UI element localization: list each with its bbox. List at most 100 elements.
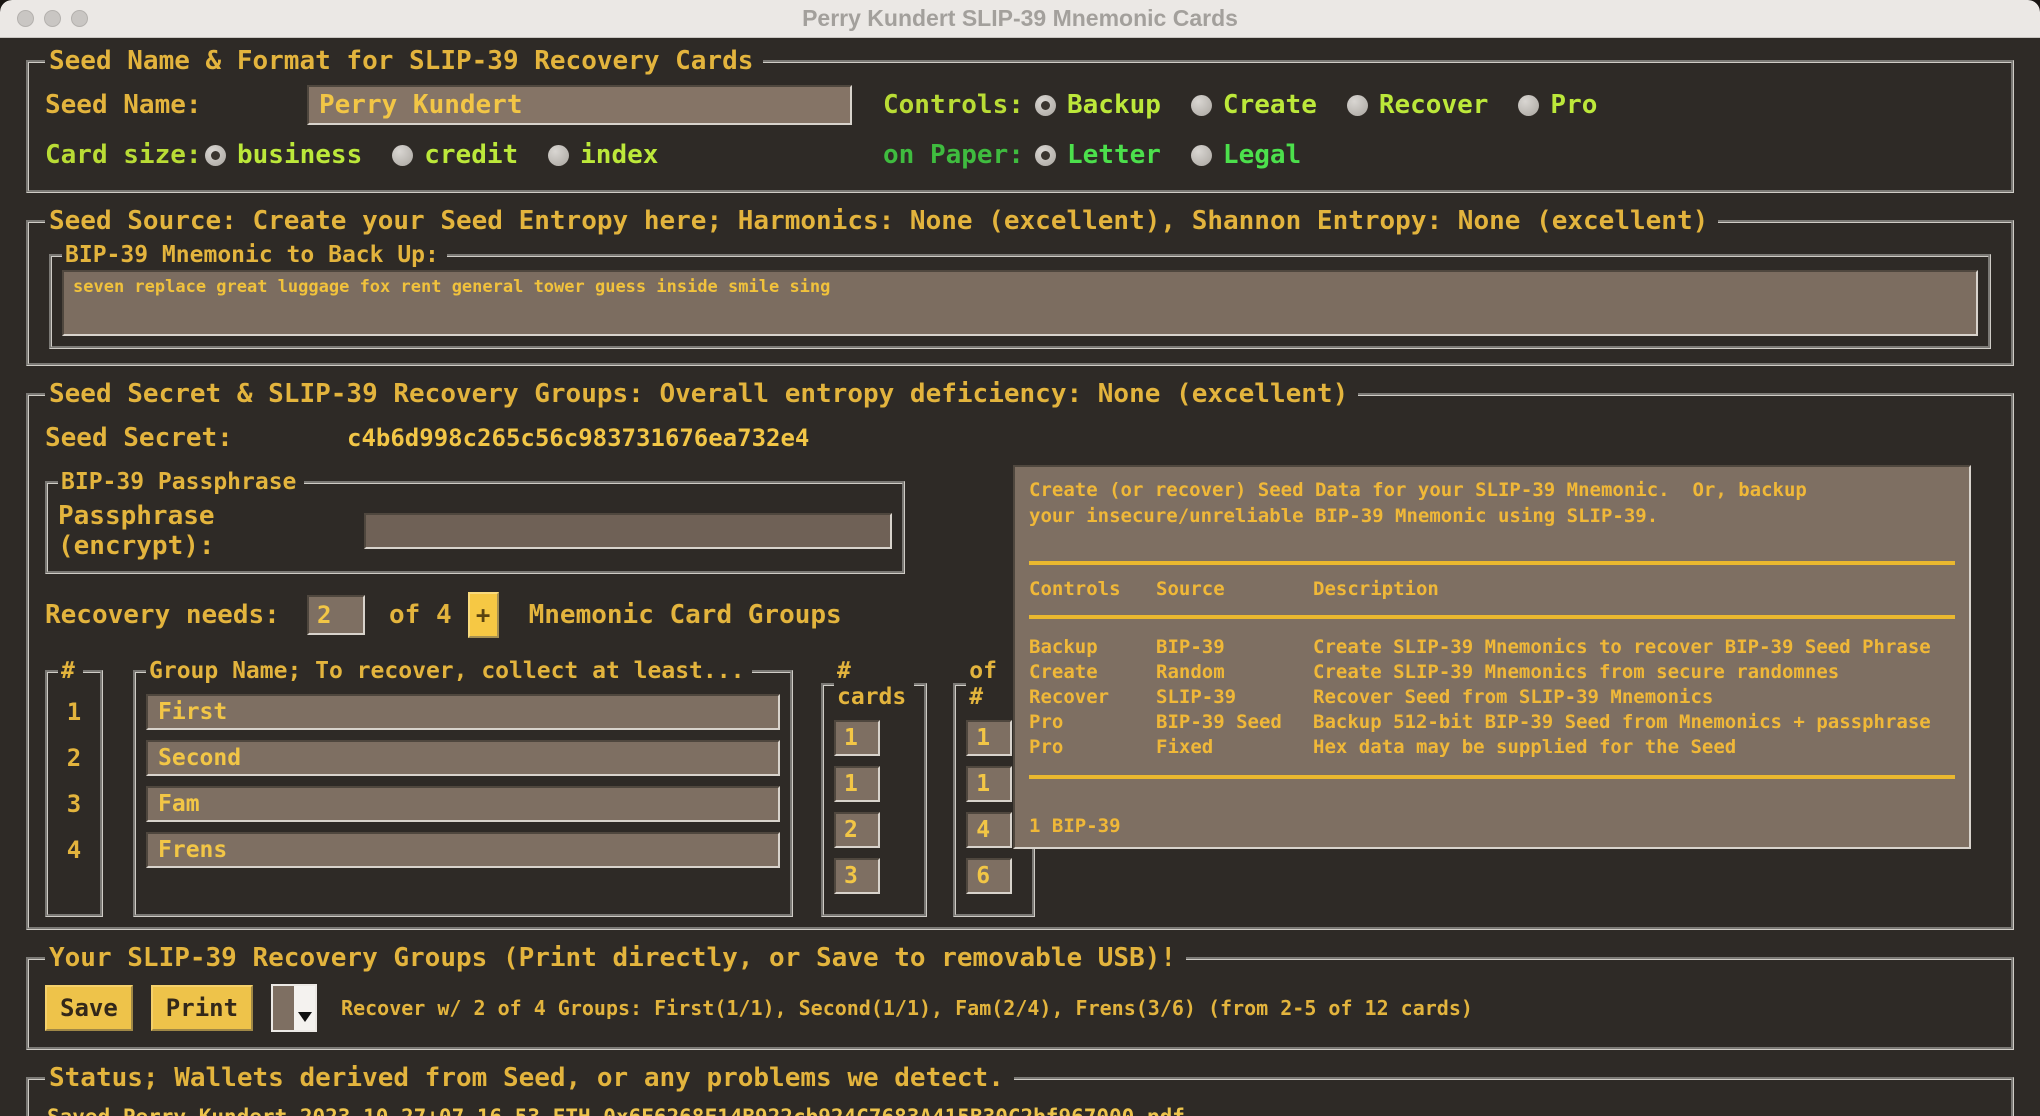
help-intro-line1: Create (or recover) Seed Data for your S… (1029, 479, 1807, 501)
group-cards-input-1[interactable]: 1 (834, 720, 880, 756)
group-name-input-1[interactable]: First (146, 694, 780, 730)
radio-icon (1518, 94, 1540, 116)
group-of-input-3[interactable]: 4 (966, 812, 1013, 848)
help-table-row: Pro BIP-39 Seed Backup 512-bit BIP-39 Se… (1029, 711, 1931, 733)
seed-name-label: Seed Name: (45, 90, 202, 120)
help-intro-line2: your insecure/unreliable BIP-39 Mnemonic… (1029, 505, 1659, 527)
group-index-3: 3 (66, 790, 82, 818)
recovery-summary: Recover w/ 2 of 4 Groups: First(1/1), Se… (341, 996, 1473, 1020)
recovery-needs-input[interactable]: 2 (307, 595, 365, 635)
status-message: Saved Perry Kundert-2023-10-27+07.16.53-… (45, 1097, 1995, 1116)
group-cards-frame: # cards 1 1 2 3 (821, 658, 928, 917)
printer-combobox[interactable] (271, 984, 318, 1032)
section-output-title: Your SLIP-39 Recovery Groups (Print dire… (49, 943, 1177, 973)
groups-config-column: Seed Secret: c4b6d998c265c56c983731676ea… (45, 413, 1036, 917)
combobox-arrow-button[interactable] (294, 986, 316, 1030)
seed-name-value: Perry Kundert (319, 90, 523, 120)
seed-secret-row: Seed Secret: c4b6d998c265c56c983731676ea… (45, 415, 1013, 461)
help-divider (1029, 615, 1955, 619)
recovery-needs-row: Recovery needs: 2 of 4 + Mnemonic Card G… (45, 584, 1013, 646)
mnemonic-textarea[interactable]: seven replace great luggage fox rent gen… (62, 270, 1978, 336)
seed-name-input[interactable]: Perry Kundert (307, 85, 852, 125)
save-button[interactable]: Save (45, 985, 133, 1031)
radio-icon (1035, 144, 1056, 166)
radio-icon (205, 144, 226, 166)
radio-icon (1346, 94, 1368, 116)
add-group-button[interactable]: + (467, 592, 499, 638)
group-index-1: 1 (66, 698, 82, 726)
group-name-input-2[interactable]: Second (146, 740, 780, 776)
help-divider (1029, 775, 1955, 779)
controls-label: Controls: (883, 90, 1024, 120)
seed-name-row: Seed Name: Perry Kundert Controls: Backu… (45, 80, 1995, 130)
section-status: Status; Wallets derived from Seed, or an… (26, 1063, 2014, 1116)
radio-controls-create[interactable]: Create (1190, 90, 1317, 120)
group-cards-input-3[interactable]: 2 (834, 812, 880, 848)
close-button[interactable] (17, 10, 34, 27)
passphrase-label: Passphrase (encrypt): (58, 501, 215, 561)
radio-controls-recover[interactable]: Recover (1346, 90, 1488, 120)
section-seed-secret-groups: Seed Secret & SLIP-39 Recovery Groups: O… (26, 379, 2014, 930)
app-window: Perry Kundert SLIP-39 Mnemonic Cards See… (0, 0, 2040, 1116)
help-header-description: Description (1313, 578, 1439, 600)
section-seed-secret-groups-title: Seed Secret & SLIP-39 Recovery Groups: O… (49, 379, 1349, 409)
help-footer: 1 BIP-39 (1029, 815, 1121, 837)
section-seed-source: Seed Source: Create your Seed Entropy he… (26, 206, 2014, 366)
group-name-header: Group Name; To recover, collect at least… (149, 658, 745, 684)
section-seed-name-format: Seed Name & Format for SLIP-39 Recovery … (26, 46, 2014, 193)
recovery-suffix-label: Mnemonic Card Groups (528, 600, 842, 630)
help-divider (1029, 561, 1955, 565)
radio-icon (1190, 144, 1212, 166)
group-of-input-4[interactable]: 6 (966, 858, 1013, 894)
radio-controls-pro[interactable]: Pro (1518, 90, 1597, 120)
radio-icon (1035, 94, 1056, 116)
passphrase-frame: BIP-39 Passphrase Passphrase (encrypt): (45, 469, 905, 574)
help-table-row: Backup BIP-39 Create SLIP-39 Mnemonics t… (1029, 636, 1931, 658)
bip39-mnemonic-frame-title: BIP-39 Mnemonic to Back Up: (65, 242, 439, 268)
print-button[interactable]: Print (150, 985, 254, 1031)
radio-controls-backup[interactable]: Backup (1035, 90, 1161, 120)
group-index-2: 2 (66, 744, 82, 772)
group-of-input-1[interactable]: 1 (966, 720, 1013, 756)
radio-icon (392, 144, 414, 166)
radio-icon (548, 144, 570, 166)
group-name-input-3[interactable]: Fam (146, 786, 780, 822)
output-row: Save Print Recover w/ 2 of 4 Groups: Fir… (45, 979, 1995, 1037)
group-index-header: # (61, 658, 75, 684)
group-name-frame: Group Name; To recover, collect at least… (133, 658, 793, 917)
paper-label: on Paper: (883, 140, 1024, 170)
minimize-button[interactable] (44, 10, 61, 27)
controls-radio-group: Backup Create Recover Pro (1035, 90, 1995, 120)
group-index-frame: # 1 2 3 4 (45, 658, 103, 917)
radio-card-business[interactable]: business (205, 140, 362, 170)
section-output: Your SLIP-39 Recovery Groups (Print dire… (26, 943, 2014, 1050)
paper-radio-group: Letter Legal (1035, 140, 1995, 170)
passphrase-frame-title: BIP-39 Passphrase (61, 469, 297, 495)
help-table-header: Controls Source Description (1029, 577, 1955, 602)
section-status-title: Status; Wallets derived from Seed, or an… (49, 1063, 1004, 1093)
radio-card-index[interactable]: index (548, 140, 658, 170)
group-cards-input-2[interactable]: 1 (834, 766, 880, 802)
bip39-mnemonic-frame: BIP-39 Mnemonic to Back Up: seven replac… (49, 242, 1991, 349)
help-panel: Create (or recover) Seed Data for your S… (1013, 465, 1971, 849)
radio-paper-letter[interactable]: Letter (1035, 140, 1161, 170)
help-header-source: Source (1156, 578, 1225, 600)
card-size-row: Card size: business credit index on Pape… (45, 130, 1995, 180)
group-cards-input-4[interactable]: 3 (834, 858, 880, 894)
seed-secret-value: c4b6d998c265c56c983731676ea732e4 (347, 424, 810, 452)
radio-icon (1190, 94, 1212, 116)
printer-combobox-field (273, 986, 294, 1030)
section-seed-name-format-title: Seed Name & Format for SLIP-39 Recovery … (49, 46, 754, 76)
passphrase-input[interactable] (364, 513, 892, 549)
radio-card-credit[interactable]: credit (392, 140, 518, 170)
recovery-needs-label: Recovery needs: (45, 600, 280, 630)
group-index-4: 4 (66, 836, 82, 864)
help-table-row: Pro Fixed Hex data may be supplied for t… (1029, 736, 1737, 758)
maximize-button[interactable] (71, 10, 88, 27)
recovery-of-label: of 4 (389, 600, 452, 630)
main-content: Seed Name & Format for SLIP-39 Recovery … (0, 38, 2040, 1116)
card-size-radio-group: business credit index (205, 140, 688, 170)
group-name-input-4[interactable]: Frens (146, 832, 780, 868)
radio-paper-legal[interactable]: Legal (1190, 140, 1301, 170)
group-of-input-2[interactable]: 1 (966, 766, 1013, 802)
